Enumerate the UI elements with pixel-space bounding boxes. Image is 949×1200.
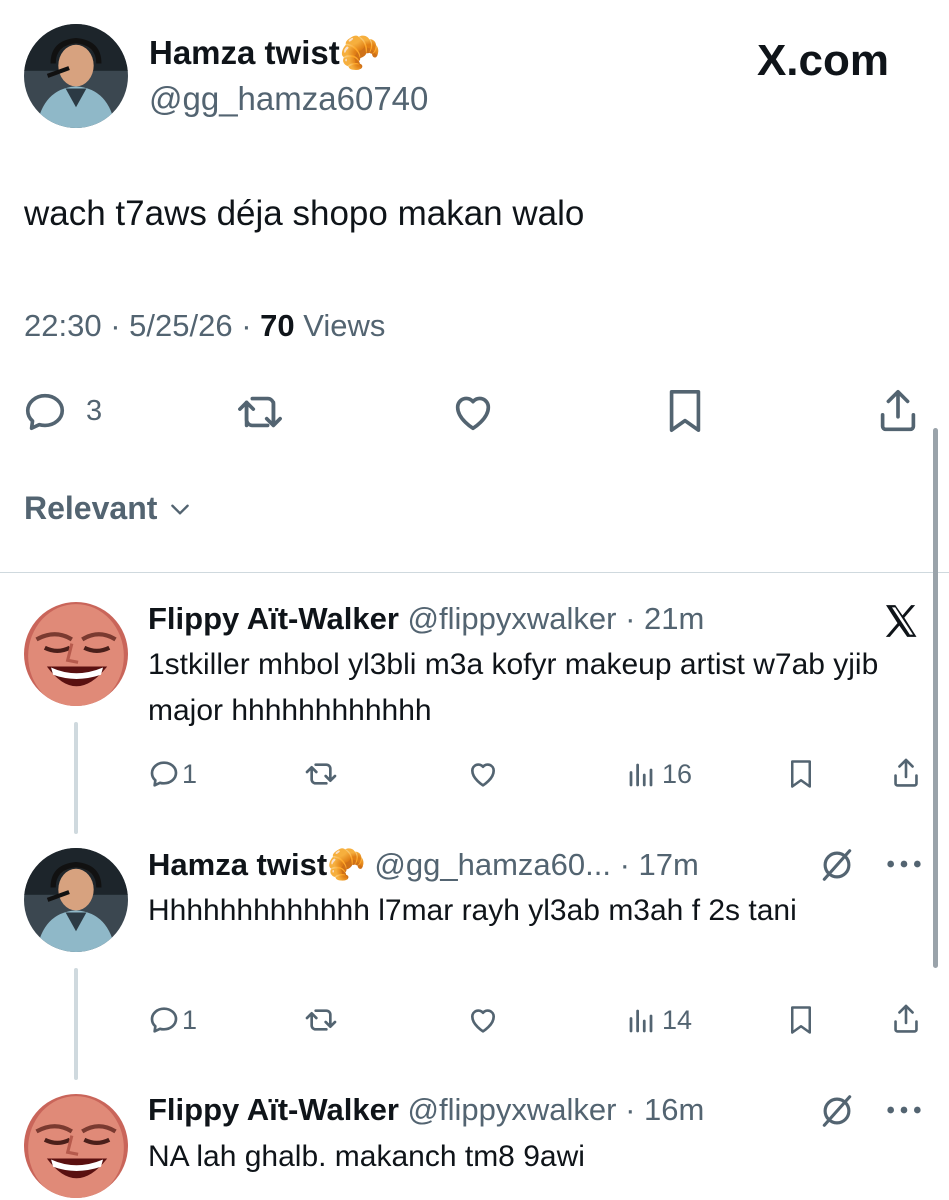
- reply-text: 1stkiller mhbol yl3bli m3a kofyr makeup …: [148, 648, 879, 727]
- reply-button[interactable]: [148, 1004, 180, 1036]
- retweet-icon: [238, 396, 282, 428]
- divider: [0, 572, 949, 573]
- croissant-emoji: 🥐: [327, 847, 366, 882]
- views-button[interactable]: [626, 760, 656, 790]
- reply-button[interactable]: [148, 758, 180, 790]
- share-icon: [880, 389, 916, 432]
- views-label: Views: [303, 308, 386, 343]
- reply-button[interactable]: [22, 389, 68, 435]
- analytics-icon: [629, 1009, 653, 1033]
- reply-text: NA lah ghalb. makanch tm8 9awi: [148, 1140, 585, 1173]
- scrollbar[interactable]: [933, 428, 938, 968]
- bookmark-button[interactable]: [662, 386, 708, 436]
- like-button[interactable]: [466, 1004, 500, 1036]
- views-count: 70: [260, 308, 295, 343]
- reply-time[interactable]: · 16m: [625, 1092, 704, 1127]
- reply-time[interactable]: · 21m: [625, 601, 704, 636]
- reply-header: Hamza twist🥐 @gg_hamza60... · 17m: [148, 846, 699, 883]
- reply-count: 3: [86, 395, 103, 427]
- reply-author-handle[interactable]: @flippyxwalker: [408, 601, 617, 636]
- reply-author-handle[interactable]: @flippyxwalker: [408, 1092, 617, 1127]
- avatar-flippy[interactable]: [24, 1094, 128, 1198]
- share-button[interactable]: [874, 386, 922, 436]
- share-button[interactable]: [890, 1002, 922, 1036]
- avatar-image: [24, 602, 128, 706]
- reply-time[interactable]: · 17m: [620, 847, 699, 882]
- share-icon: [894, 1004, 918, 1033]
- grok-icon[interactable]: [818, 1092, 856, 1130]
- reply-author-name[interactable]: Flippy Aït-Walker: [148, 1092, 399, 1127]
- views-count: 16: [662, 759, 693, 789]
- more-options-button[interactable]: [884, 854, 924, 874]
- more-options-button[interactable]: [884, 1100, 924, 1120]
- thread-line: [74, 722, 78, 834]
- author-name-text: Hamza twist: [149, 34, 340, 71]
- more-icon: [887, 1106, 921, 1114]
- retweet-icon: [305, 1009, 337, 1031]
- tweet-text: wach t7aws déja shopo makan walo: [24, 194, 585, 233]
- heart-icon: [470, 1009, 496, 1033]
- reply-count: 1: [182, 759, 198, 789]
- share-icon: [894, 758, 918, 787]
- reply-count: 1: [182, 1005, 198, 1035]
- reply-author-name[interactable]: Flippy Aït-Walker: [148, 601, 399, 636]
- heart-icon: [470, 763, 496, 787]
- bookmark-button[interactable]: [786, 1003, 816, 1037]
- tweet-time[interactable]: 22:30: [24, 308, 102, 343]
- reply-author-name-text: Hamza twist: [148, 847, 328, 882]
- chevron-down-icon: [171, 504, 190, 515]
- thread-line: [74, 968, 78, 1080]
- avatar-image: [24, 24, 128, 128]
- retweet-button[interactable]: [302, 758, 340, 790]
- bookmark-icon: [791, 760, 811, 788]
- reply-icon: [150, 761, 178, 787]
- reply-header: Flippy Aït-Walker @flippyxwalker · 21m: [148, 601, 704, 637]
- avatar-hamza[interactable]: [24, 848, 128, 952]
- croissant-emoji: 🥐: [339, 34, 381, 71]
- retweet-button[interactable]: [302, 1004, 340, 1036]
- reply-author-name[interactable]: Hamza twist🥐: [148, 847, 366, 882]
- more-icon: [887, 860, 921, 868]
- bookmark-button[interactable]: [786, 757, 816, 791]
- views-button[interactable]: [626, 1006, 656, 1036]
- avatar-flippy[interactable]: [24, 602, 128, 706]
- avatar-image: [24, 1094, 128, 1198]
- author-name[interactable]: Hamza twist🥐: [149, 34, 381, 73]
- reply-header: Flippy Aït-Walker @flippyxwalker · 16m: [148, 1092, 704, 1128]
- bookmark-icon: [669, 390, 701, 432]
- brand-logo: X.com: [756, 36, 889, 85]
- sort-dropdown[interactable]: Relevant: [24, 490, 193, 527]
- analytics-icon: [629, 763, 653, 787]
- reply-icon: [150, 1007, 178, 1033]
- reply-icon: [25, 393, 65, 431]
- avatar-hamza[interactable]: [24, 24, 128, 128]
- like-button[interactable]: [448, 389, 498, 435]
- grok-icon[interactable]: [818, 846, 856, 884]
- x-logo-icon: [880, 601, 922, 641]
- bookmark-icon: [791, 1006, 811, 1034]
- reply-author-handle[interactable]: @gg_hamza60...: [374, 847, 611, 882]
- reply-text: Hhhhhhhhhhhhh l7mar rayh yl3ab m3ah f 2s…: [148, 894, 797, 927]
- heart-icon: [455, 396, 491, 431]
- avatar-image: [24, 848, 128, 952]
- views-count: 14: [662, 1005, 693, 1035]
- author-handle[interactable]: @gg_hamza60740: [149, 80, 428, 118]
- retweet-button[interactable]: [234, 389, 286, 435]
- retweet-icon: [305, 763, 337, 785]
- tweet-date[interactable]: 5/25/26: [129, 308, 232, 343]
- tweet-meta: 22:30 · 5/25/26 · 70 Views: [24, 308, 386, 343]
- sort-label: Relevant: [24, 490, 158, 526]
- like-button[interactable]: [466, 758, 500, 790]
- share-button[interactable]: [890, 756, 922, 790]
